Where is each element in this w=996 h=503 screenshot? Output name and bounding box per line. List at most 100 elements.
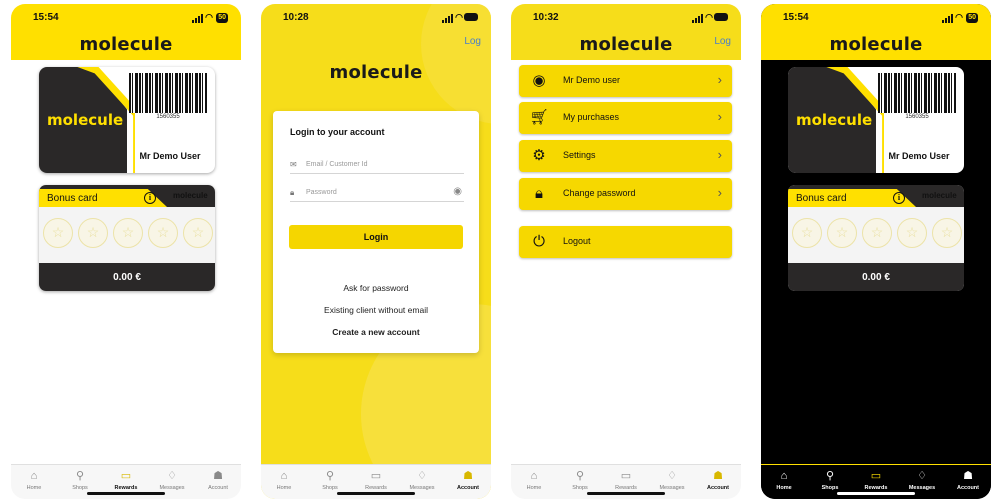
app-logo: molecule <box>579 34 673 55</box>
ask-password-link[interactable]: Ask for password <box>273 283 479 293</box>
tab-label: Home <box>26 485 42 491</box>
tab-label: Rewards <box>615 485 637 491</box>
tab-home[interactable]: ⌂ Home <box>11 465 57 499</box>
signal-icon <box>692 14 703 23</box>
home-indicator <box>587 492 665 495</box>
account-icon: ☗ <box>963 470 973 482</box>
home-icon: ⌂ <box>780 470 788 482</box>
loyalty-card[interactable]: molecule 1560355 Mr Demo User <box>39 67 215 173</box>
star-icon: ☆ <box>932 218 962 248</box>
card-icon: ▭ <box>370 470 382 482</box>
wifi-icon: ◠ <box>455 12 463 22</box>
status-bar: 10:28 ◠ <box>261 12 491 26</box>
email-placeholder: Email / Customer Id <box>306 161 368 168</box>
phone-account-screen: 10:32 ◠ molecule Log ◉ Mr Demo user › 🛒︎… <box>511 4 741 499</box>
tab-label: Messages <box>659 485 685 491</box>
create-account-link[interactable]: Create a new account <box>273 327 479 337</box>
phone-login-screen: 10:28 ◠ Log molecule Login to your accou… <box>261 4 491 499</box>
bonus-card[interactable]: Bonus card i molecule ☆ ☆ ☆ ☆ ☆ 0.00 € <box>788 185 964 291</box>
phone-rewards-dark-screen: 15:54 ◠ 50 molecule molecule 1560355 Mr … <box>761 4 991 499</box>
info-icon[interactable]: i <box>144 192 156 204</box>
app-logo: molecule <box>79 34 173 55</box>
menu-label: Change password <box>563 188 636 198</box>
mail-icon: ✉ <box>290 160 297 169</box>
pin-icon: ⚲ <box>75 470 85 482</box>
signal-icon <box>192 14 203 23</box>
account-icon: ☗ <box>713 470 723 482</box>
cart-icon: 🛒︎ <box>529 109 549 126</box>
tab-label: Shops <box>72 485 88 491</box>
bonus-stars: ☆ ☆ ☆ ☆ ☆ <box>792 218 962 248</box>
tab-home[interactable]: ⌂ Home <box>261 465 307 499</box>
tab-label: Account <box>957 485 979 491</box>
bell-icon: ♢ <box>167 470 177 482</box>
bell-icon: ♢ <box>417 470 427 482</box>
menu-label: Mr Demo user <box>563 75 621 85</box>
star-icon: ☆ <box>897 218 927 248</box>
power-icon: ⏻ <box>533 233 545 250</box>
star-icon: ☆ <box>862 218 892 248</box>
home-icon: ⌂ <box>280 470 288 482</box>
eye-icon[interactable]: ◉ <box>453 186 462 197</box>
password-placeholder: Password <box>306 189 337 196</box>
menu-label: My purchases <box>563 112 620 122</box>
phone-rewards-screen: 15:54 ◠ 50 molecule molecule 1560355 Mr … <box>11 4 241 499</box>
signal-icon <box>942 14 953 23</box>
home-indicator <box>337 492 415 495</box>
tab-home[interactable]: ⌂ Home <box>511 465 557 499</box>
account-icon: ☗ <box>463 470 473 482</box>
tab-account[interactable]: ☗ Account <box>945 465 991 499</box>
existing-client-link[interactable]: Existing client without email <box>273 305 479 315</box>
tab-label: Messages <box>159 485 185 491</box>
bonus-brand: molecule <box>173 191 208 200</box>
menu-item-profile[interactable]: ◉ Mr Demo user › <box>519 65 732 97</box>
info-icon[interactable]: i <box>893 192 905 204</box>
status-bar: 15:54 ◠ 50 <box>11 12 241 26</box>
menu-item-settings[interactable]: ⚙ Settings › <box>519 140 732 172</box>
loyalty-card[interactable]: molecule 1560355 Mr Demo User <box>788 67 964 173</box>
star-icon: ☆ <box>792 218 822 248</box>
card-holder-name: Mr Demo User <box>139 151 201 161</box>
lock-icon: 🔒︎ <box>535 185 543 202</box>
status-time: 10:32 <box>533 12 559 23</box>
tab-label: Home <box>526 485 542 491</box>
star-icon: ☆ <box>148 218 178 248</box>
log-link[interactable]: Log <box>714 36 731 47</box>
bonus-stars: ☆ ☆ ☆ ☆ ☆ <box>43 218 213 248</box>
card-holder-name: Mr Demo User <box>888 151 950 161</box>
tab-label: Home <box>776 485 792 491</box>
star-icon: ☆ <box>827 218 857 248</box>
tab-account[interactable]: ☗ Account <box>445 465 491 499</box>
home-icon: ⌂ <box>30 470 38 482</box>
menu-item-change-password[interactable]: 🔒︎ Change password › <box>519 178 732 210</box>
bonus-title: Bonus card <box>47 193 98 204</box>
log-link[interactable]: Log <box>464 36 481 47</box>
bonus-title: Bonus card <box>796 193 847 204</box>
tab-account[interactable]: ☗ Account <box>195 465 241 499</box>
bonus-brand: molecule <box>922 191 957 200</box>
card-icon: ▭ <box>120 470 132 482</box>
tab-label: Rewards <box>365 485 387 491</box>
tab-label: Account <box>457 485 479 491</box>
battery-icon: 50 <box>966 13 978 23</box>
menu-label: Settings <box>563 150 596 160</box>
barcode-number: 1560355 <box>156 114 180 120</box>
app-logo: molecule <box>829 34 923 55</box>
login-button[interactable]: Login <box>289 225 463 249</box>
barcode-number: 1560355 <box>905 114 929 120</box>
tab-label: Account <box>208 485 228 491</box>
status-bar: 10:32 ◠ <box>511 12 741 26</box>
logout-button[interactable]: ⏻ Logout <box>519 226 732 258</box>
bonus-card[interactable]: Bonus card i molecule ☆ ☆ ☆ ☆ ☆ 0.00 € <box>39 185 215 291</box>
email-field[interactable]: ✉ Email / Customer Id <box>290 156 464 174</box>
wifi-icon: ◠ <box>205 12 213 22</box>
login-card: Login to your account ✉ Email / Customer… <box>273 111 479 353</box>
pin-icon: ⚲ <box>825 470 835 482</box>
bell-icon: ♢ <box>667 470 677 482</box>
menu-item-purchases[interactable]: 🛒︎ My purchases › <box>519 102 732 134</box>
tab-account[interactable]: ☗ Account <box>695 465 741 499</box>
password-field[interactable]: 🔒︎ Password ◉ <box>290 184 464 202</box>
barcode <box>129 73 207 113</box>
app-logo: molecule <box>329 62 423 83</box>
tab-home[interactable]: ⌂ Home <box>761 465 807 499</box>
